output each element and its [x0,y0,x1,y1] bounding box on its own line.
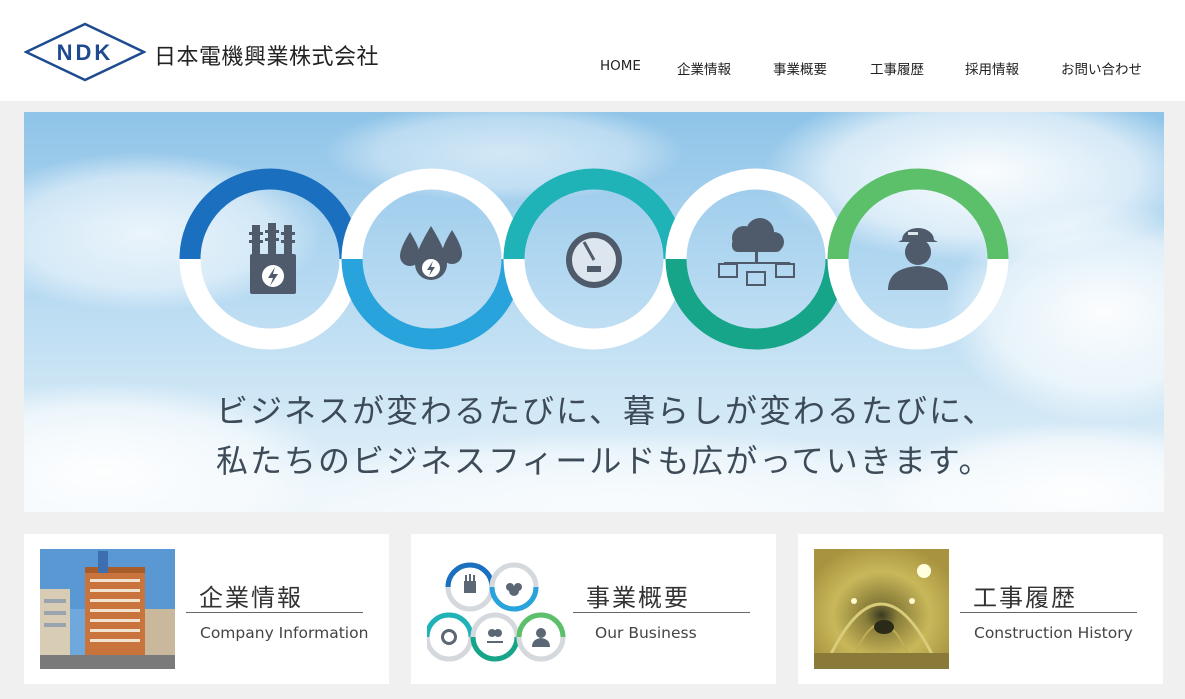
divider [573,612,750,613]
business-rings-graphic [427,549,567,669]
card-subtitle: Construction History [974,624,1133,642]
company-name: 日本電機興業株式会社 [154,45,380,70]
nav-recruitment[interactable]: 採用情報 [965,58,1019,78]
nav-contact[interactable]: お問い合わせ [1061,58,1142,78]
card-company-info[interactable]: 企業情報 Company Information [24,534,389,684]
hero-tagline-line2: 私たちのビジネスフィールドも広がっていきます。 [216,442,993,480]
nav-company-info[interactable]: 企業情報 [677,58,731,78]
hero-banner: ビジネスが変わるたびに、暮らしが変わるたびに、 私たちのビジネスフィールドも広が… [24,112,1164,512]
nav-construction-history[interactable]: 工事履歴 [870,58,924,78]
nav-business-overview[interactable]: 事業概要 [773,58,827,78]
card-subtitle: Company Information [200,624,369,642]
nav-home[interactable]: HOME [600,58,641,74]
card-construction-history[interactable]: 工事履歴 Construction History [798,534,1163,684]
card-business-overview[interactable]: 事業概要 Our Business [411,534,776,684]
site-header: NDK 日本電機興業株式会社 HOME 企業情報 事業概要 工事履歴 採用情報 … [0,0,1185,101]
card-subtitle: Our Business [595,624,697,642]
company-logo[interactable]: NDK 日本電機興業株式会社 [24,22,404,84]
transformer-icon [249,223,296,294]
card-title: 事業概要 [586,584,690,612]
divider [186,612,363,613]
building-photo [40,549,175,669]
main-nav: HOME 企業情報 事業概要 工事履歴 採用情報 お問い合わせ [600,58,1160,80]
tunnel-photo [814,549,949,669]
hero-tagline-line1: ビジネスが変わるたびに、暮らしが変わるたびに、 [216,392,997,430]
gauge-icon [566,232,622,288]
logo-mark-text: NDK [57,40,114,65]
divider [960,612,1137,613]
cloud-network-icon [718,218,795,286]
card-title: 企業情報 [199,584,303,612]
card-title: 工事履歴 [973,584,1077,612]
ndk-logo-icon: NDK [24,22,146,82]
power-drops-icon [400,226,462,280]
